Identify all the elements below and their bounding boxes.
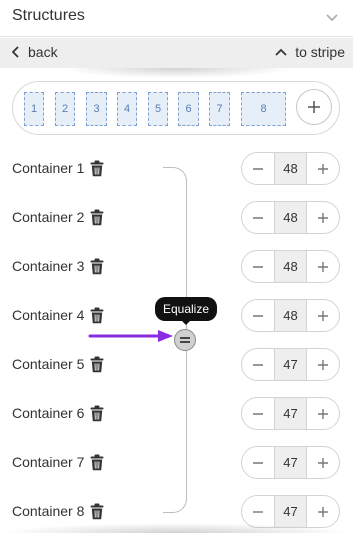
trash-icon[interactable] xyxy=(90,405,104,422)
trash-icon[interactable] xyxy=(90,503,104,520)
preview-cell-4[interactable]: 4 xyxy=(117,92,137,126)
structure-preview: 1 2 3 4 5 6 7 8 xyxy=(12,81,340,135)
container-row-label: Container 8 xyxy=(12,501,104,521)
to-stripe-button[interactable]: to stripe xyxy=(275,44,345,60)
minus-icon xyxy=(253,412,263,415)
container-name: Container 7 xyxy=(12,454,85,470)
preview-cell-1[interactable]: 1 xyxy=(24,92,44,126)
decrement-button[interactable] xyxy=(242,153,274,184)
plus-icon xyxy=(318,310,328,321)
equalize-button[interactable] xyxy=(174,329,196,351)
container-row-label: Container 5 xyxy=(12,354,104,374)
plus-icon xyxy=(318,212,328,223)
minus-icon xyxy=(253,265,263,268)
container-name: Container 2 xyxy=(12,209,85,225)
width-value[interactable]: 47 xyxy=(274,447,307,478)
minus-icon xyxy=(253,510,263,513)
increment-button[interactable] xyxy=(307,300,339,331)
decrement-button[interactable] xyxy=(242,251,274,282)
trash-icon[interactable] xyxy=(90,258,104,275)
container-row-label: Container 7 xyxy=(12,452,104,472)
to-stripe-label: to stripe xyxy=(295,44,345,60)
trash-icon[interactable] xyxy=(90,209,104,226)
tooltip-tail xyxy=(181,320,191,325)
plus-icon xyxy=(318,163,328,174)
width-value[interactable]: 48 xyxy=(274,300,307,331)
container-name: Container 4 xyxy=(12,307,85,323)
sub-navigation: back to stripe xyxy=(0,38,353,68)
trash-icon[interactable] xyxy=(90,356,104,373)
width-value[interactable]: 48 xyxy=(274,251,307,282)
preview-cell-2[interactable]: 2 xyxy=(55,92,75,126)
decrement-button[interactable] xyxy=(242,398,274,429)
increment-button[interactable] xyxy=(307,153,339,184)
structures-panel: Structures back to stripe 1 2 3 4 5 6 7 … xyxy=(0,0,353,533)
plus-icon xyxy=(318,457,328,468)
panel-header[interactable]: Structures xyxy=(0,0,353,37)
width-value[interactable]: 47 xyxy=(274,349,307,380)
plus-icon xyxy=(318,408,328,419)
width-stepper[interactable]: 47 xyxy=(241,397,340,430)
plus-icon xyxy=(308,101,320,113)
decrement-button[interactable] xyxy=(242,300,274,331)
container-name: Container 6 xyxy=(12,405,85,421)
width-stepper[interactable]: 48 xyxy=(241,250,340,283)
width-stepper[interactable]: 48 xyxy=(241,201,340,234)
container-name: Container 1 xyxy=(12,160,85,176)
increment-button[interactable] xyxy=(307,349,339,380)
panel-title: Structures xyxy=(12,7,85,24)
width-stepper[interactable]: 47 xyxy=(241,348,340,381)
plus-icon xyxy=(318,359,328,370)
width-value[interactable]: 47 xyxy=(274,398,307,429)
minus-icon xyxy=(253,461,263,464)
increment-button[interactable] xyxy=(307,398,339,429)
preview-cell-6[interactable]: 6 xyxy=(178,92,199,126)
chevron-down-icon[interactable] xyxy=(325,10,339,24)
divider-shadow xyxy=(60,68,293,78)
preview-cell-5[interactable]: 5 xyxy=(148,92,168,126)
container-name: Container 8 xyxy=(12,503,85,519)
back-label: back xyxy=(28,44,58,60)
bottom-shadow xyxy=(0,523,353,533)
width-stepper[interactable]: 48 xyxy=(241,152,340,185)
equals-icon xyxy=(180,337,190,343)
minus-icon xyxy=(253,363,263,366)
chevron-up-icon xyxy=(275,48,287,56)
chevron-left-icon xyxy=(12,46,19,58)
decrement-button[interactable] xyxy=(242,447,274,478)
minus-icon xyxy=(253,314,263,317)
preview-cell-7[interactable]: 7 xyxy=(209,92,230,126)
minus-icon xyxy=(253,167,263,170)
increment-button[interactable] xyxy=(307,447,339,478)
container-row-label: Container 4 xyxy=(12,305,104,325)
trash-icon[interactable] xyxy=(90,454,104,471)
pointer-arrow xyxy=(88,330,173,342)
container-row-label: Container 2 xyxy=(12,207,104,227)
container-name: Container 5 xyxy=(12,356,85,372)
container-row-label: Container 1 xyxy=(12,158,104,178)
plus-icon xyxy=(318,506,328,517)
container-row-label: Container 6 xyxy=(12,403,104,423)
add-container-button[interactable] xyxy=(296,89,332,125)
width-stepper[interactable]: 48 xyxy=(241,299,340,332)
preview-cell-8[interactable]: 8 xyxy=(241,92,286,126)
trash-icon[interactable] xyxy=(90,160,104,177)
preview-cell-3[interactable]: 3 xyxy=(86,92,107,126)
container-row-label: Container 3 xyxy=(12,256,104,276)
minus-icon xyxy=(253,216,263,219)
plus-icon xyxy=(318,261,328,272)
back-button[interactable]: back xyxy=(12,44,58,60)
trash-icon[interactable] xyxy=(90,307,104,324)
container-name: Container 3 xyxy=(12,258,85,274)
equalize-tooltip: Equalize xyxy=(155,297,217,321)
decrement-button[interactable] xyxy=(242,202,274,233)
width-stepper[interactable]: 47 xyxy=(241,446,340,479)
increment-button[interactable] xyxy=(307,202,339,233)
increment-button[interactable] xyxy=(307,251,339,282)
decrement-button[interactable] xyxy=(242,349,274,380)
width-value[interactable]: 48 xyxy=(274,202,307,233)
width-value[interactable]: 48 xyxy=(274,153,307,184)
